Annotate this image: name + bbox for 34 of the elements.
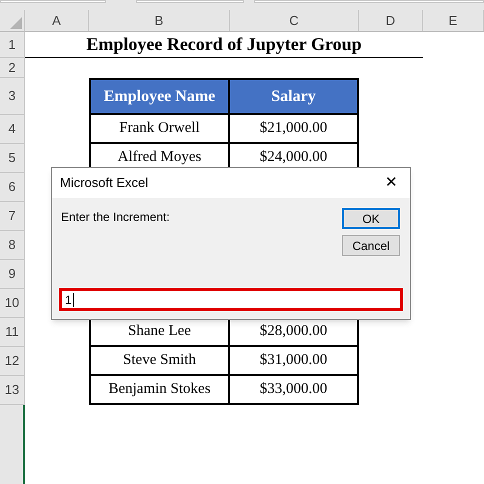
table-cell: $31,000.00 bbox=[230, 347, 359, 376]
row-header[interactable]: 9 bbox=[0, 260, 25, 289]
table-cell: Benjamin Stokes bbox=[89, 376, 230, 405]
table-cell: Steve Smith bbox=[89, 347, 230, 376]
row-header[interactable]: 3 bbox=[0, 78, 25, 115]
row-header[interactable]: 1 bbox=[0, 32, 25, 58]
table-cell: $33,000.00 bbox=[230, 376, 359, 405]
row-header[interactable]: 13 bbox=[0, 376, 25, 405]
dialog-title: Microsoft Excel bbox=[60, 174, 148, 192]
dialog-button[interactable]: Cancel bbox=[342, 235, 400, 256]
dialog-button[interactable]: OK bbox=[342, 208, 400, 229]
row-header[interactable]: 11 bbox=[0, 318, 25, 347]
column-header[interactable]: E bbox=[423, 10, 484, 31]
row-header[interactable]: 6 bbox=[0, 173, 25, 202]
table-cell: Frank Orwell bbox=[89, 115, 230, 144]
increment-input-field[interactable]: 1 bbox=[59, 288, 403, 311]
prompt-label: Enter the Increment: bbox=[61, 209, 170, 226]
sheet-title: Employee Record of Jupyter Group bbox=[86, 33, 362, 56]
close-button[interactable]: ✕ bbox=[381, 172, 402, 194]
table-header-cell: Employee Name bbox=[89, 78, 230, 115]
table-header-cell: Salary bbox=[230, 78, 359, 115]
row-header[interactable]: 12 bbox=[0, 347, 25, 376]
row-header[interactable]: 8 bbox=[0, 231, 25, 260]
column-header[interactable]: B bbox=[89, 10, 230, 31]
row-header[interactable]: 7 bbox=[0, 202, 25, 231]
row-header[interactable]: 2 bbox=[0, 58, 25, 78]
row-header[interactable]: 5 bbox=[0, 144, 25, 173]
column-header[interactable]: C bbox=[230, 10, 359, 31]
row-header[interactable]: 4 bbox=[0, 115, 25, 144]
select-all-icon[interactable] bbox=[10, 17, 22, 29]
row-header[interactable]: 10 bbox=[0, 289, 25, 318]
column-header[interactable]: D bbox=[359, 10, 423, 31]
table-cell: $21,000.00 bbox=[230, 115, 359, 144]
column-header[interactable]: A bbox=[25, 10, 89, 31]
